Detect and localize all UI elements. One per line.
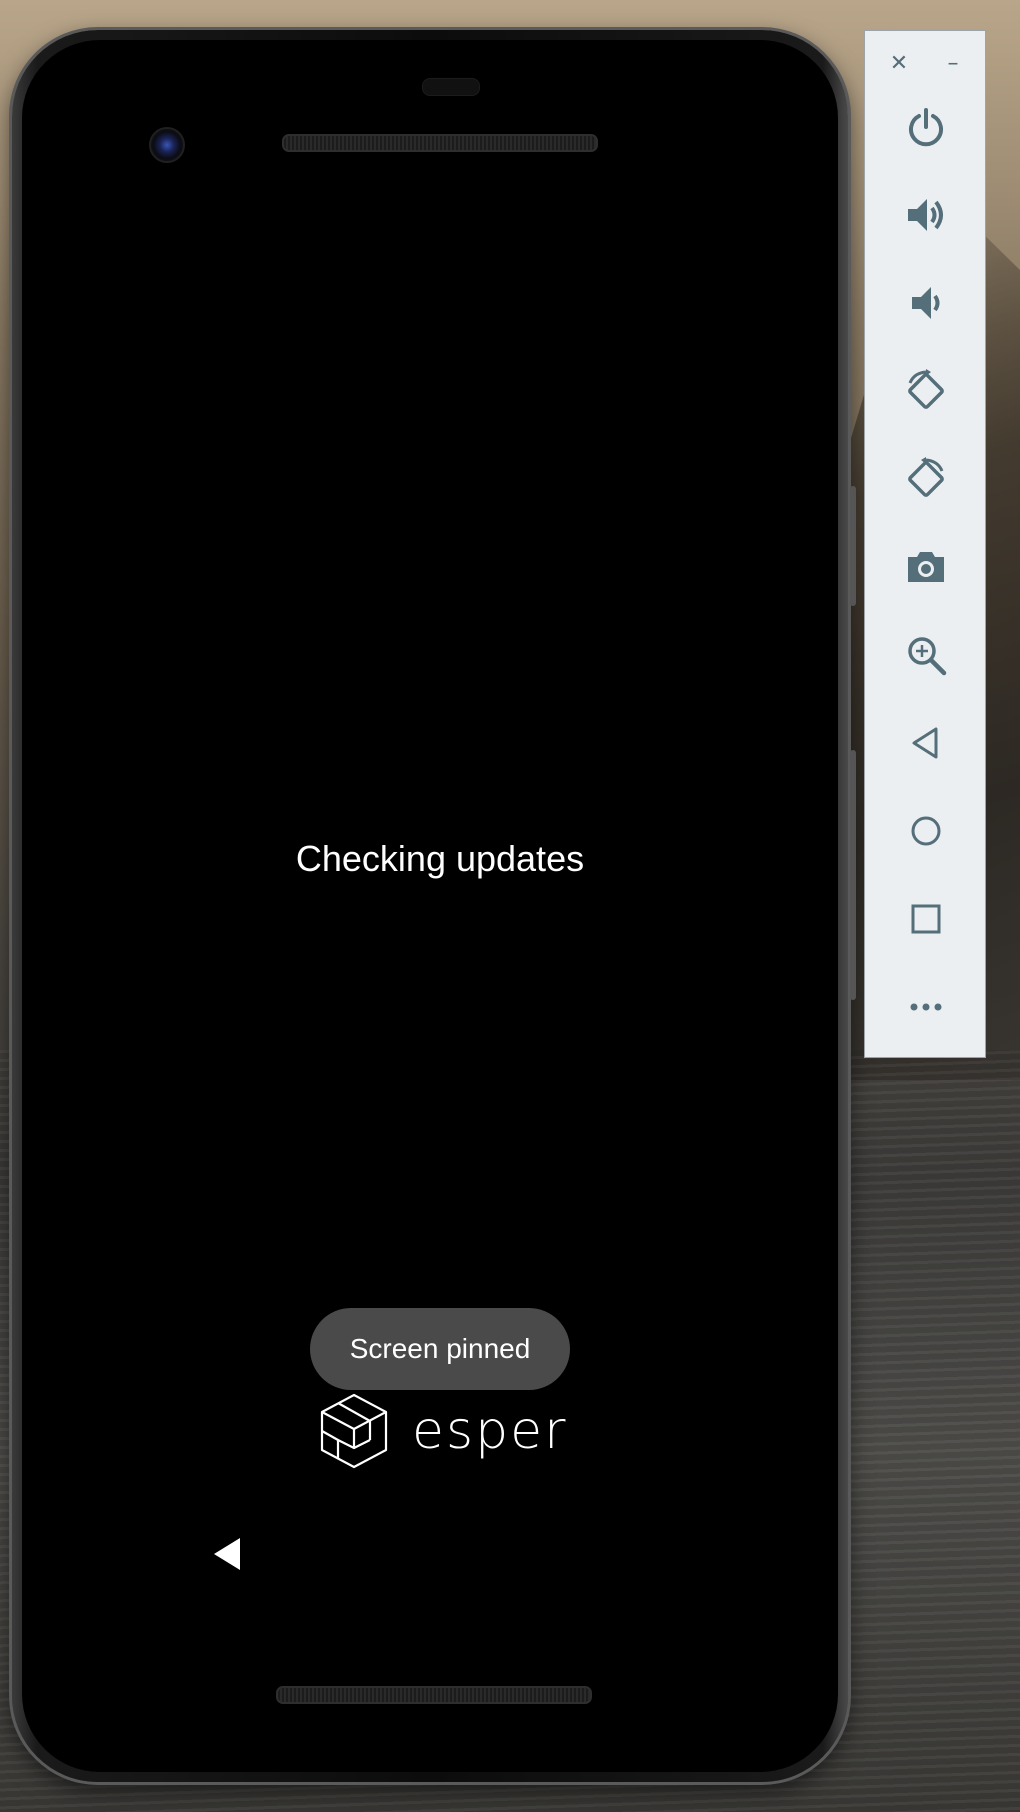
home-button[interactable]	[896, 801, 956, 861]
volume-down-button[interactable]	[896, 273, 956, 333]
rotate-right-button[interactable]	[896, 449, 956, 509]
overview-button[interactable]	[896, 889, 956, 949]
emulator-control-panel: ✕ –	[864, 30, 986, 1058]
panel-window-controls: ✕ –	[865, 45, 985, 81]
device-screen[interactable]: Checking updates Screen pinned esper	[22, 40, 838, 1772]
rotate-left-icon	[908, 369, 944, 409]
earpiece-notch	[422, 78, 480, 96]
minimize-button[interactable]: –	[935, 45, 971, 81]
volume-up-icon	[908, 199, 943, 231]
close-button[interactable]: ✕	[881, 45, 917, 81]
overview-square-icon	[911, 904, 941, 934]
rotate-right-icon	[908, 457, 944, 497]
phone-frame: Checking updates Screen pinned esper	[12, 30, 856, 1782]
camera-icon	[908, 552, 944, 582]
zoom-in-icon	[908, 637, 947, 676]
back-button[interactable]	[896, 713, 956, 773]
rotate-left-button[interactable]	[896, 361, 956, 421]
zoom-button[interactable]	[896, 625, 956, 685]
esper-cube-icon	[320, 1393, 388, 1469]
nav-back-icon[interactable]	[210, 1536, 246, 1572]
volume-down-icon	[912, 287, 940, 319]
phone-volume-rocker	[850, 750, 856, 1000]
more-button[interactable]	[896, 977, 956, 1037]
front-camera	[149, 127, 185, 163]
screen-pinned-toast: Screen pinned	[310, 1308, 570, 1390]
esper-logo-text: esper	[412, 1401, 568, 1461]
volume-up-button[interactable]	[896, 185, 956, 245]
power-button[interactable]	[896, 97, 956, 157]
more-dots-icon	[910, 1003, 942, 1011]
screenshot-button[interactable]	[896, 537, 956, 597]
bottom-speaker-grille	[276, 1686, 592, 1704]
home-circle-icon	[911, 816, 941, 846]
phone-power-button	[850, 486, 856, 606]
esper-logo: esper	[318, 1390, 568, 1472]
power-icon	[909, 108, 943, 147]
top-speaker-grille	[282, 134, 598, 152]
back-triangle-icon	[912, 727, 938, 759]
status-text: Checking updates	[295, 838, 585, 879]
